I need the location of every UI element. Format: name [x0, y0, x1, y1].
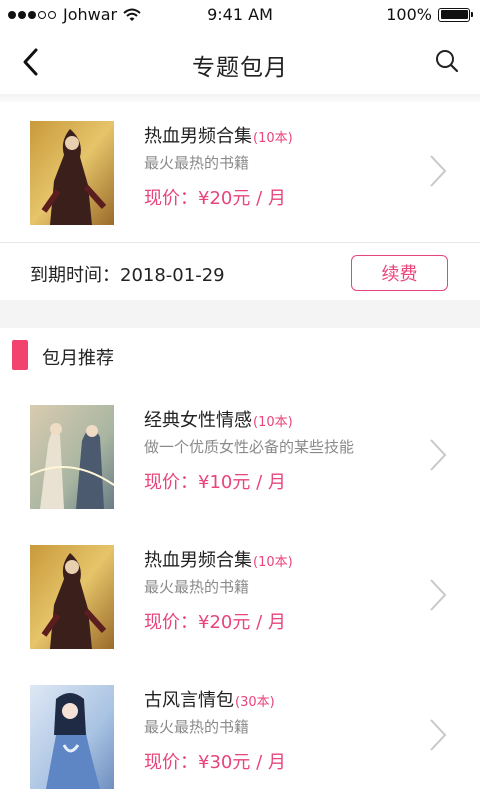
- book-title: 热血男频合集: [144, 550, 252, 571]
- section-header: 包月推荐: [0, 328, 480, 388]
- nav-bar: 专题包月: [0, 30, 480, 94]
- book-count: (10本): [253, 131, 293, 146]
- chevron-right-icon: [430, 719, 447, 751]
- book-price: 现价：¥10元 / 月: [144, 472, 286, 493]
- section-accent-bar: [12, 340, 28, 370]
- status-right: 100%: [386, 5, 473, 24]
- expiry-info: 到期时间：2018-01-29: [30, 261, 225, 287]
- page-title: 专题包月: [192, 55, 288, 81]
- chevron-right-icon: [430, 579, 447, 611]
- book-count: (30本): [235, 695, 275, 710]
- book-cover-image: [30, 685, 114, 789]
- package-list-item[interactable]: 古风言情包 (30本) 最火最热的书籍 现价：¥30元 / 月: [0, 666, 480, 800]
- book-description: 最火最热的书籍: [144, 718, 250, 736]
- book-description: 做一个优质女性必备的某些技能: [144, 438, 355, 456]
- renew-button[interactable]: 续费: [351, 255, 448, 291]
- search-icon[interactable]: [434, 48, 460, 74]
- section-gap: [0, 300, 480, 328]
- section-gap: [0, 94, 480, 102]
- status-bar: Johwar 9:41 AM 100%: [0, 0, 480, 30]
- expiry-label: 到期时间：: [30, 265, 120, 286]
- book-count: (10本): [253, 555, 293, 570]
- chevron-right-icon: [430, 439, 447, 471]
- chevron-right-icon: [430, 155, 447, 187]
- book-cover-image: [30, 405, 114, 509]
- book-description: 最火最热的书籍: [144, 154, 250, 172]
- book-price: 现价：¥20元 / 月: [144, 612, 286, 633]
- book-title: 经典女性情感: [144, 410, 252, 431]
- battery-percent: 100%: [386, 5, 432, 24]
- book-title: 热血男频合集: [144, 126, 252, 147]
- book-title: 古风言情包: [144, 690, 234, 711]
- package-list-item[interactable]: 热血男频合集 (10本) 最火最热的书籍 现价：¥20元 / 月: [0, 526, 480, 666]
- book-cover-image: [30, 545, 114, 649]
- book-price: 现价：¥30元 / 月: [144, 752, 286, 773]
- section-title: 包月推荐: [42, 348, 114, 369]
- book-count: (10本): [253, 415, 293, 430]
- book-cover-image: [30, 121, 114, 225]
- book-description: 最火最热的书籍: [144, 578, 250, 596]
- subscribed-package-item[interactable]: 热血男频合集 (10本) 最火最热的书籍 现价：¥20元 / 月: [0, 102, 480, 242]
- battery-icon: [438, 7, 473, 22]
- package-list-item[interactable]: 经典女性情感 (10本) 做一个优质女性必备的某些技能 现价：¥10元 / 月: [0, 386, 480, 526]
- expiry-date: 2018-01-29: [120, 265, 225, 286]
- book-price: 现价：¥20元 / 月: [144, 188, 286, 209]
- divider: [0, 242, 480, 243]
